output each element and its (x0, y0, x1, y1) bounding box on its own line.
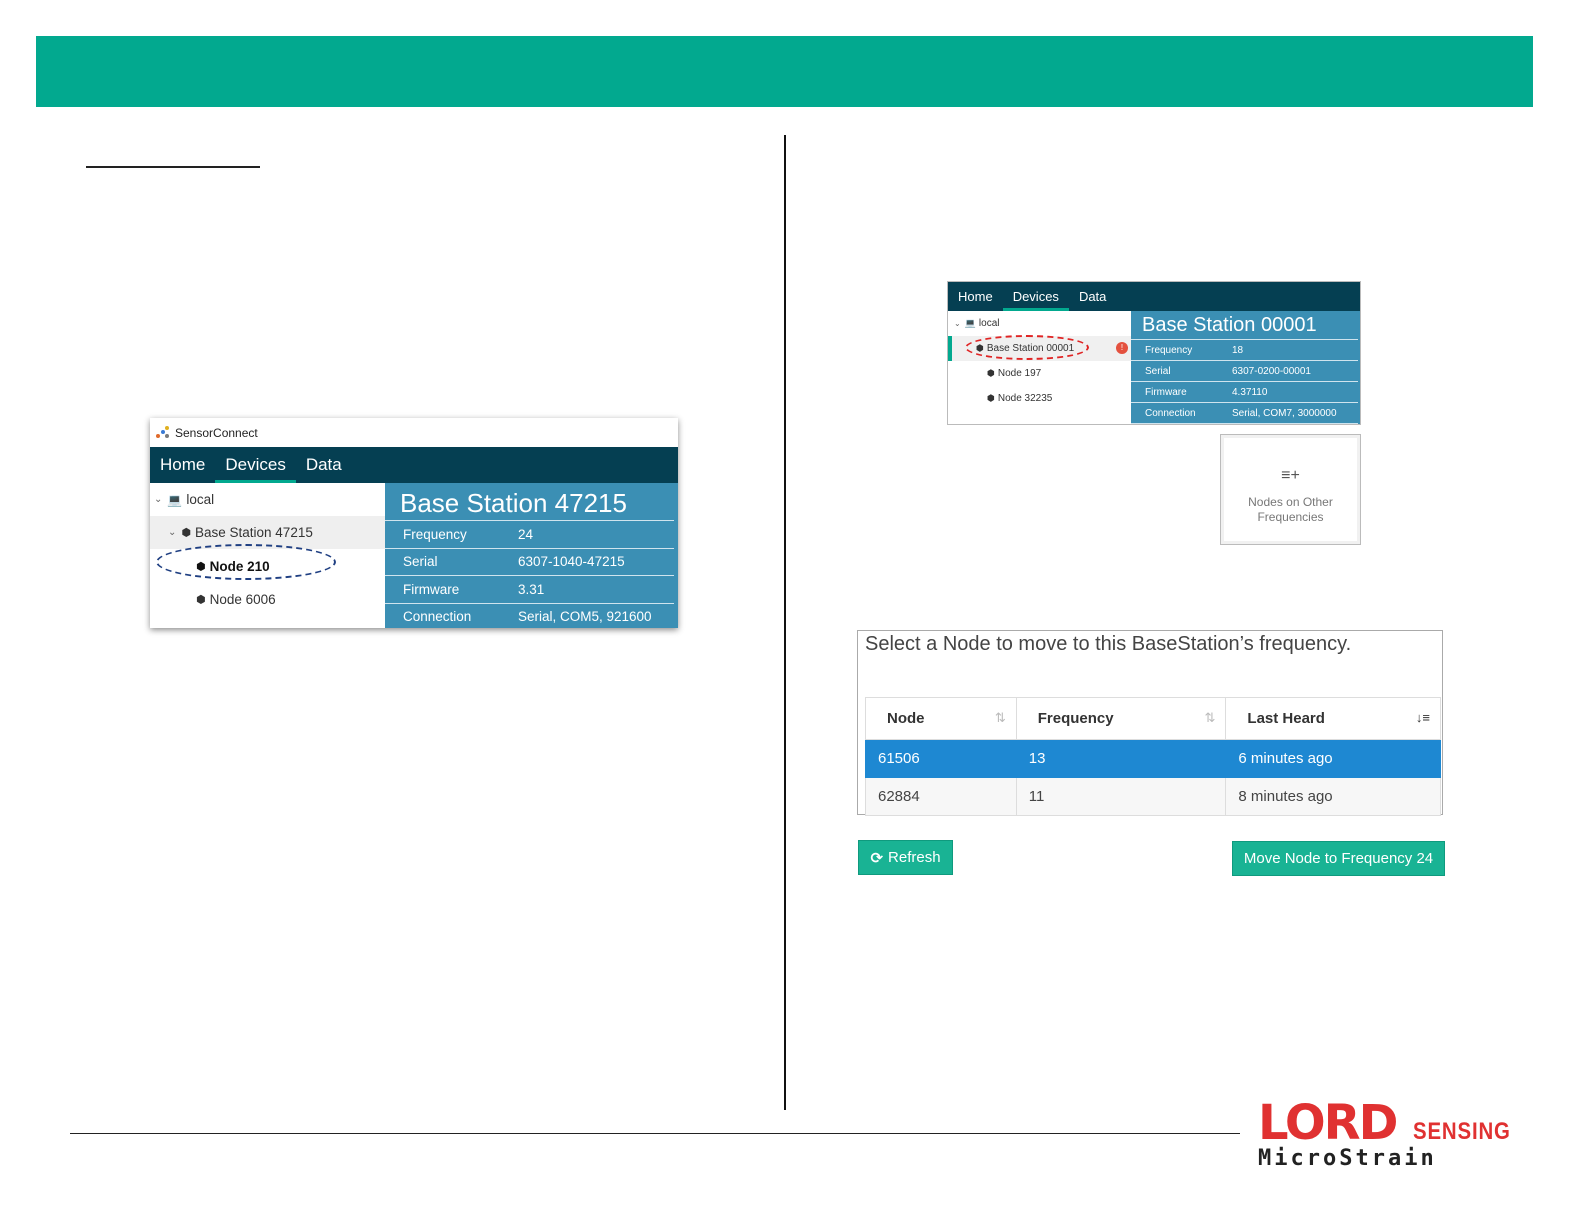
lord-microstrain-logo: LORD SENSING MicroStrain (1258, 1095, 1511, 1173)
add-list-icon: ≡+ (1281, 467, 1300, 484)
sort-descending-icon[interactable]: ↓≡ (1416, 710, 1430, 725)
footer-rule (70, 1133, 1240, 1134)
property-row: Frequency 18 (1131, 340, 1358, 361)
logo-microstrain: MicroStrain (1258, 1146, 1437, 1171)
window-titlebar: SensorConnect (150, 418, 678, 447)
property-row: Firmware 3.31 (385, 576, 674, 604)
highlight-ellipse (156, 544, 336, 580)
sensorconnect-logo-icon (156, 425, 170, 440)
tree-item-node-6006[interactable]: ⬢ Node 6006 (150, 583, 385, 616)
move-node-dialog: Select a Node to move to this BaseStatio… (857, 630, 1443, 816)
dialog-prompt: Select a Node to move to this BaseStatio… (865, 633, 1352, 655)
header-banner (36, 36, 1533, 107)
tab-home[interactable]: Home (150, 447, 215, 483)
highlight-ellipse (965, 335, 1089, 360)
tree-item-label: local (186, 492, 215, 507)
move-node-label: Move Node to Frequency 24 (1243, 850, 1434, 867)
device-details-panel: Base Station 00001 Frequency 18 Serial 630… (1131, 311, 1360, 424)
chevron-down-icon[interactable]: ⌄ (954, 319, 961, 328)
panel-title: Base Station 00001 (1131, 311, 1358, 340)
tree-item-label: Node 32235 (997, 393, 1053, 404)
table-row[interactable]: 62884 11 8 minutes ago (865, 777, 1441, 816)
device-icon: ⬢ (196, 594, 206, 606)
column-divider (784, 135, 786, 1110)
sort-icon[interactable]: ⇅ (995, 710, 1006, 726)
tree-item-local[interactable]: ⌄ 💻 local (150, 483, 385, 516)
main-nav: Home Devices Data (948, 282, 1360, 311)
card-label-line1: Nodes on Other (1248, 495, 1333, 509)
tree-item-node-197[interactable]: ⬢ Node 197 (948, 361, 1131, 386)
tree-item-node-32235[interactable]: ⬢ Node 32235 (948, 386, 1131, 411)
cell-frequency: 11 (1015, 777, 1227, 816)
chevron-down-icon[interactable]: ⌄ (168, 527, 176, 538)
tab-data[interactable]: Data (1069, 282, 1116, 311)
cell-last-heard: 8 minutes ago (1225, 777, 1441, 816)
tree-item-label: local (978, 318, 1000, 329)
device-details-panel: Base Station 47215 Frequency 24 Serial 630… (385, 483, 678, 628)
refresh-icon: ⟳ (870, 849, 884, 867)
tree-item-label: Base Station 47215 (195, 525, 313, 540)
property-row: Connection Serial, COM7, 3000000 (1131, 403, 1358, 424)
tree-item-local[interactable]: ⌄ 💻 local (948, 311, 1131, 336)
table-header-row: Node ⇅ Frequency ⇅ Last Heard ↓≡ (865, 697, 1441, 740)
node-table: Node ⇅ Frequency ⇅ Last Heard ↓≡ 61506 13 6… (865, 697, 1441, 816)
property-row: Firmware 4.37110 (1131, 382, 1358, 403)
alert-badge[interactable]: ! (1116, 342, 1128, 354)
laptop-icon: 💻 (167, 492, 183, 507)
main-nav: Home Devices Data (150, 447, 678, 483)
panel-title: Base Station 47215 (385, 483, 674, 521)
sensorconnect-devices-view: Home Devices Data ⌄ 💻 local ⬢ Base Stati… (947, 281, 1361, 425)
device-icon: ⬢ (987, 393, 995, 403)
property-row: Serial 6307-0200-00001 (1131, 361, 1358, 382)
cell-frequency: 13 (1015, 739, 1227, 778)
sort-icon[interactable]: ⇅ (1205, 710, 1216, 726)
tab-home[interactable]: Home (948, 282, 1003, 311)
laptop-icon: 💻 (964, 318, 976, 328)
tab-devices[interactable]: Devices (215, 447, 297, 483)
cell-node: 61506 (865, 739, 1017, 778)
column-header-node[interactable]: Node ⇅ (865, 697, 1017, 740)
device-icon: ⬢ (181, 527, 191, 539)
refresh-button[interactable]: ⟳ Refresh (858, 840, 953, 875)
sensorconnect-window: SensorConnect Home Devices Data ⌄ 💻 loca… (150, 418, 678, 628)
tree-item-label: Node 6006 (209, 592, 276, 607)
table-row[interactable]: 61506 13 6 minutes ago (865, 739, 1441, 778)
chevron-down-icon[interactable]: ⌄ (154, 494, 162, 505)
property-row: Frequency 24 (385, 521, 674, 549)
logo-sensing: SENSING (1413, 1118, 1511, 1145)
refresh-label: Refresh (888, 849, 941, 866)
cell-node: 62884 (865, 777, 1017, 816)
tab-data[interactable]: Data (296, 447, 352, 483)
column-header-last-heard[interactable]: Last Heard ↓≡ (1225, 697, 1441, 740)
logo-brand: LORD (1258, 1095, 1398, 1151)
title-underline (86, 166, 260, 168)
window-title: SensorConnect (175, 425, 258, 440)
column-header-frequency[interactable]: Frequency ⇅ (1015, 697, 1227, 740)
property-row: Connection Serial, COM5, 921600 (385, 604, 674, 629)
nodes-on-other-frequencies-button[interactable]: ≡+ Nodes on Other Frequencies (1220, 434, 1361, 545)
tab-devices[interactable]: Devices (1002, 282, 1070, 311)
move-node-button[interactable]: Move Node to Frequency 24 (1232, 841, 1445, 876)
device-icon: ⬢ (987, 368, 995, 378)
tree-item-label: Node 197 (997, 368, 1042, 379)
card-label-line2: Frequencies (1257, 510, 1324, 524)
property-row: Serial 6307-1040-47215 (385, 549, 674, 576)
cell-last-heard: 6 minutes ago (1225, 739, 1441, 778)
device-tree: ⌄ 💻 local ⬢ Base Station 00001 ⬢ Node 19… (948, 311, 1131, 424)
